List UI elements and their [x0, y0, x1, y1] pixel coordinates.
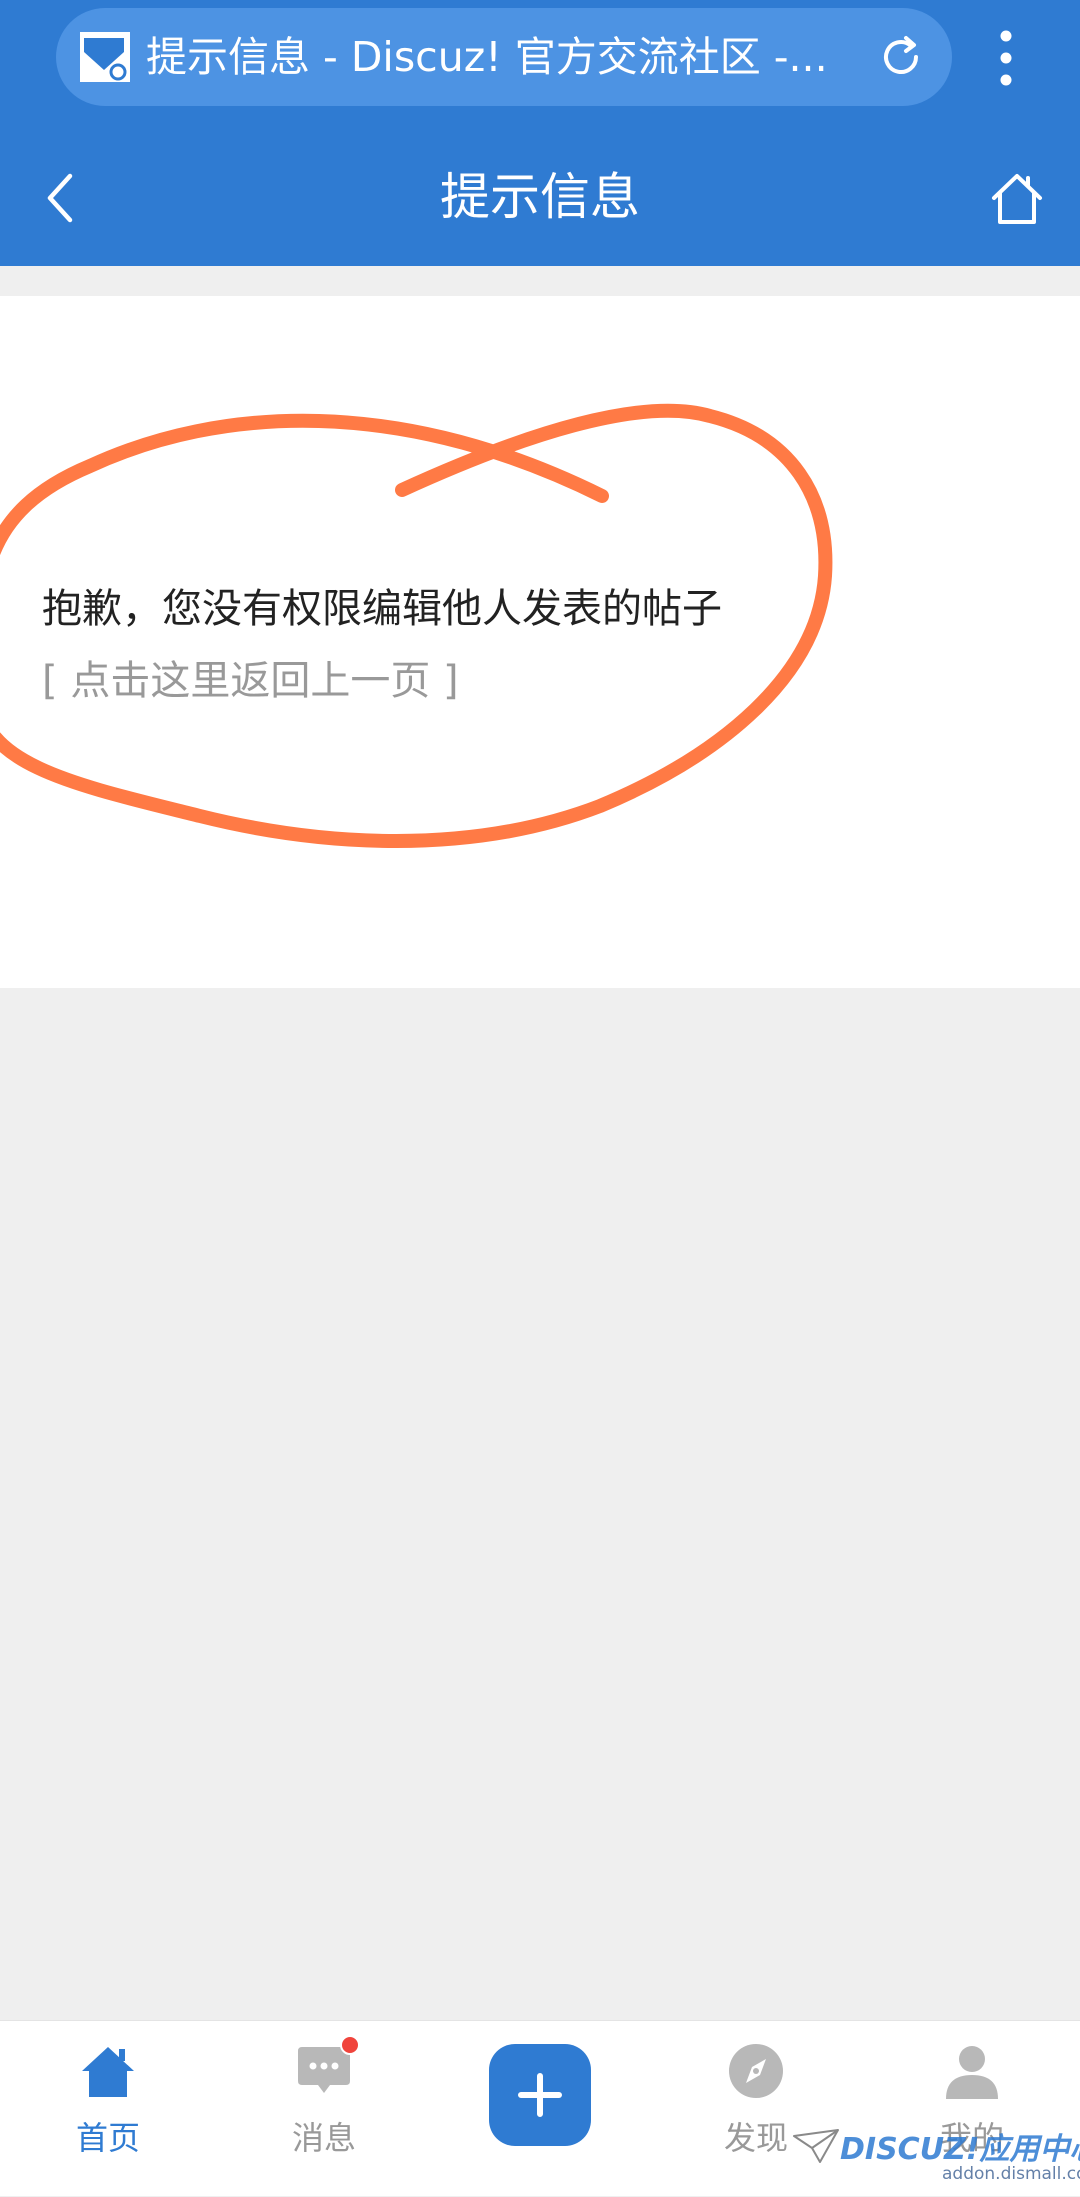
message-card: 抱歉，您没有权限编辑他人发表的帖子 [ 点击这里返回上一页 ]: [0, 296, 1080, 988]
new-post-button[interactable]: [489, 2044, 591, 2146]
watermark-logo: DISCUZ!应用中心: [840, 2132, 1080, 2167]
error-message: 抱歉，您没有权限编辑他人发表的帖子: [42, 586, 722, 632]
address-bar[interactable]: 提示信息 - Discuz! 官方交流社区 -...: [56, 8, 952, 106]
home-icon[interactable]: [988, 170, 1046, 228]
nav-item-messages[interactable]: 消息: [244, 2021, 404, 2197]
page-title: 提示信息: [440, 168, 640, 226]
back-link-label: 点击这里返回上一页: [70, 658, 431, 704]
app-header: 提示信息: [0, 128, 1080, 266]
annotation-circle: [0, 403, 833, 848]
compass-icon: [729, 2044, 783, 2098]
watermark-url: addon.dismall.com: [942, 2164, 1080, 2184]
nav-item-home[interactable]: 首页: [28, 2021, 188, 2197]
discuz-favicon-icon: [80, 32, 130, 82]
chevron-left-icon[interactable]: [40, 168, 82, 228]
nav-label-messages: 消息: [291, 2119, 356, 2157]
back-link[interactable]: [ 点击这里返回上一页 ]: [42, 648, 459, 706]
user-icon: [946, 2046, 998, 2099]
plus-icon: [518, 2073, 562, 2117]
reload-icon[interactable]: [876, 32, 926, 82]
tab-title: 提示信息 - Discuz! 官方交流社区 -...: [146, 33, 828, 81]
paper-plane-icon: [793, 2129, 839, 2163]
back-link-open-bracket: [: [42, 658, 58, 704]
watermark: DISCUZ!应用中心 addon.dismall.com: [792, 2124, 1080, 2190]
more-vertical-icon[interactable]: [990, 28, 1022, 88]
browser-bar: 提示信息 - Discuz! 官方交流社区 -...: [0, 0, 1080, 128]
home-icon: [82, 2047, 134, 2097]
nav-label-home: 首页: [75, 2119, 140, 2157]
back-link-close-bracket: ]: [443, 658, 459, 704]
unread-badge: [340, 2035, 360, 2055]
